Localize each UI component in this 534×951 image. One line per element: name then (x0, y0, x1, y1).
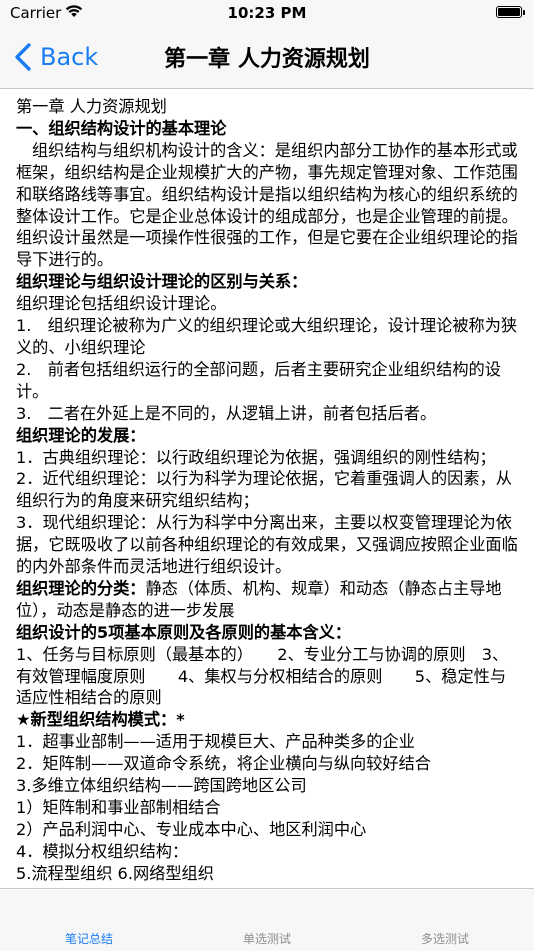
tab-single-choice-test[interactable]: 单选测试 (178, 889, 356, 951)
content-paragraph: 组织设计的5项基本原则及各原则的基本含义： (16, 622, 352, 642)
content-paragraph: 一、组织结构设计的基本理论 (16, 118, 227, 138)
content-paragraph: ★新型组织结构模式：* (16, 710, 185, 730)
content-paragraph: 1. 组织理论被称为广义的组织理论或大组织理论，设计理论被称为狭义的、小组织理论 (16, 316, 518, 357)
content-paragraph: 1）矩阵制和事业部制相结合 (16, 798, 221, 817)
page-title: 第一章 人力资源规划 (164, 47, 370, 72)
tab-bar: 笔记总结 单选测试 多选测试 (0, 888, 534, 951)
paragraph-heading: 组织理论的分类： (16, 578, 146, 598)
content-paragraph: 1．超事业部制——适用于规模巨大、产品种类多的企业 (16, 732, 415, 752)
status-bar: Carrier 10:23 PM (0, 0, 534, 26)
tab-multiple-choice-test[interactable]: 多选测试 (356, 889, 534, 951)
tab-label: 多选测试 (420, 932, 469, 946)
tab-label: 单选测试 (242, 932, 291, 946)
content-paragraph: 3.多维立体组织结构——跨国跨地区公司 (16, 776, 307, 796)
content-paragraph: 组织理论与组织设计理论的区别与关系： (16, 272, 308, 292)
content-paragraph: 组织理论包括组织设计理论。 (16, 294, 227, 314)
tab-notes-summary[interactable]: 笔记总结 (0, 889, 178, 951)
battery-icon (496, 6, 525, 18)
content-paragraph: 组织结构与组织机构设计的含义：是组织内部分工协作的基本形式或框架，组织结构是企业… (16, 140, 518, 270)
status-time: 10:23 PM (227, 4, 307, 22)
navigation-bar: Back 第一章 人力资源规划 (0, 26, 534, 88)
content-paragraph: 组织理论的分类：静态（体质、机构、规章）和动态（静态占主导地位），动态是静态的进… (16, 578, 520, 622)
content-paragraph: 2．近代组织理论：以行为科学为理论依据，它着重强调人的因素，从组织行为的角度来研… (16, 469, 512, 511)
content-paragraph: 5.流程型组织 6.网络型组织 (16, 863, 214, 883)
content-paragraph: 1．古典组织理论：以行政组织理论为依据，强调组织的刚性结构； (16, 447, 496, 467)
content-paragraph: 2）产品利润中心、专业成本中心、地区利润中心 (16, 819, 367, 839)
content-paragraph: 1、任务与目标原则（最基本的） 2、专业分工与协调的原则 3、有效管理幅度原则 … (16, 644, 509, 708)
content-paragraph: 2. 前者包括组织运行的全部问题，后者主要研究企业组织结构的设计。 (16, 359, 501, 401)
notes-text-view[interactable]: 第一章 人力资源规划一、组织结构设计的基本理论 组织结构与组织机构设计的含义：是组… (16, 96, 520, 888)
content-paragraph: 2．矩阵制——双道命令系统，将企业横向与纵向较好结合 (16, 754, 431, 774)
content-paragraph: 3．现代组织理论：从行为科学中分离出来，主要以权变管理理论为依据，它既吸收了以前… (16, 513, 518, 577)
content-paragraph: 4．模拟分权组织结构： (16, 841, 189, 861)
content-paragraph: 3. 二者在外延上是不同的，从逻辑上讲，前者包括后者。 (16, 403, 437, 423)
content-paragraph: 第一章 人力资源规划 (16, 97, 167, 116)
top-bar: Carrier 10:23 PM Back 第一章 人力资源规划 (0, 0, 534, 89)
content-paragraph: 组织理论的发展： (16, 425, 146, 445)
tab-label: 笔记总结 (64, 932, 113, 946)
